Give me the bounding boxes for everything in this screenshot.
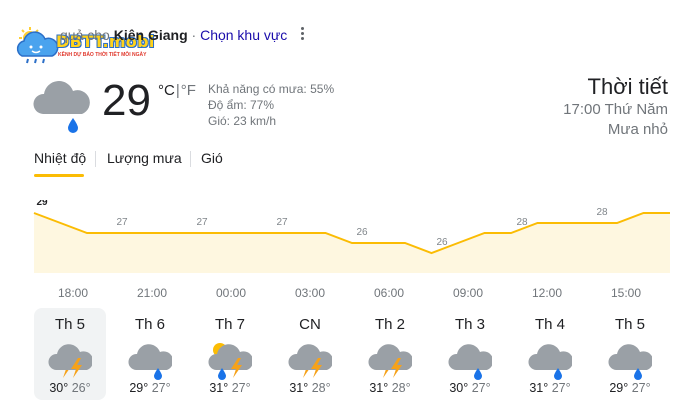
cloud-rain-icon xyxy=(608,338,654,387)
day-forecast[interactable]: Th 2 31° 28° xyxy=(354,308,426,400)
thunderstorm-icon xyxy=(48,338,94,387)
change-location-link[interactable]: Chọn khu vực xyxy=(200,27,287,43)
day-forecast[interactable]: Th 5 30° 26° xyxy=(34,308,106,400)
results-prefix: quả cho xyxy=(60,27,110,43)
cloud-rain-icon xyxy=(448,338,494,387)
tab-wind[interactable]: Gió xyxy=(201,150,223,166)
day-name: Th 5 xyxy=(54,316,85,333)
cloud-rain-icon xyxy=(128,338,174,387)
location-header: quả cho Kiên Giang · Chọn khu vực xyxy=(60,27,287,43)
day-forecast[interactable]: Th 5 29° 27° xyxy=(594,308,666,400)
current-temperature: 29 xyxy=(102,76,151,125)
day-temps: 29° 27° xyxy=(594,381,666,395)
day-temps: 30° 26° xyxy=(34,381,106,395)
day-name: Th 3 xyxy=(454,316,485,333)
time-label: 21:00 xyxy=(137,286,168,300)
tab-divider xyxy=(95,151,96,167)
wind-speed: Gió: 23 km/h xyxy=(208,114,277,128)
time-label: 12:00 xyxy=(532,286,563,300)
humidity: Độ ẩm: 77% xyxy=(208,98,275,112)
day-low: 28° xyxy=(391,381,411,395)
cloud-rain-icon xyxy=(528,338,574,387)
time-label: 18:00 xyxy=(58,286,89,300)
day-high: 31° xyxy=(289,381,309,395)
day-high: 31° xyxy=(529,381,549,395)
day-high: 31° xyxy=(209,381,229,395)
day-high: 30° xyxy=(449,381,469,395)
day-low: 27° xyxy=(231,381,251,395)
celsius-toggle[interactable]: °C xyxy=(158,82,175,99)
day-name: Th 5 xyxy=(614,316,645,333)
current-weather-icon xyxy=(33,81,90,133)
temperature-chart: 29 27 27 27 26 26 28 28 xyxy=(33,200,670,273)
chart-data-label: 27 xyxy=(196,217,208,228)
fahrenheit-toggle[interactable]: °F xyxy=(181,82,196,99)
day-high: 30° xyxy=(49,381,69,395)
summary-time: 17:00 Thứ Năm xyxy=(563,101,668,118)
logo-slogan: KÊNH DỰ BÁO THỜI TIẾT MỖI NGÀY xyxy=(58,52,147,58)
day-temps: 30° 27° xyxy=(434,381,506,395)
day-low: 27° xyxy=(551,381,571,395)
day-forecast[interactable]: Th 7 31° 27° xyxy=(194,308,266,400)
active-tab-indicator xyxy=(34,174,84,177)
day-high: 29° xyxy=(129,381,149,395)
location-name: Kiên Giang xyxy=(113,27,188,43)
sun-thunderstorm-icon xyxy=(208,338,254,387)
chart-data-label: 26 xyxy=(356,227,368,238)
chart-data-label: 28 xyxy=(596,207,608,218)
day-name: Th 7 xyxy=(214,316,245,333)
current-details: Khả năng có mưa: 55% Độ ẩm: 77% Gió: 23 … xyxy=(208,81,334,129)
day-low: 27° xyxy=(151,381,171,395)
day-name: Th 4 xyxy=(534,316,565,333)
summary-condition: Mưa nhỏ xyxy=(607,121,668,138)
day-low: 28° xyxy=(311,381,331,395)
precipitation-chance: Khả năng có mưa: 55% xyxy=(208,82,335,96)
thunderstorm-icon xyxy=(288,338,334,387)
day-temps: 31° 28° xyxy=(354,381,426,395)
day-low: 26° xyxy=(71,381,91,395)
day-name: CN xyxy=(299,316,321,333)
day-temps: 29° 27° xyxy=(114,381,186,395)
chart-data-label: 28 xyxy=(516,217,528,228)
time-label: 15:00 xyxy=(611,286,642,300)
time-label: 00:00 xyxy=(216,286,247,300)
day-name: Th 6 xyxy=(134,316,165,333)
tab-temperature[interactable]: Nhiệt độ xyxy=(34,150,86,166)
time-label: 09:00 xyxy=(453,286,484,300)
chart-data-label: 27 xyxy=(276,217,288,228)
day-temps: 31° 27° xyxy=(194,381,266,395)
chart-data-label: 29 xyxy=(36,200,48,208)
day-temps: 31° 27° xyxy=(514,381,586,395)
time-label: 03:00 xyxy=(295,286,326,300)
day-forecast[interactable]: CN 31° 28° xyxy=(274,308,346,400)
day-low: 27° xyxy=(471,381,491,395)
day-high: 29° xyxy=(609,381,629,395)
chart-data-label: 27 xyxy=(116,217,128,228)
unit-toggle: °C|°F xyxy=(158,82,196,99)
time-label: 06:00 xyxy=(374,286,405,300)
weather-summary: Thời tiết 17:00 Thứ Năm Mưa nhỏ xyxy=(563,74,668,140)
more-options-icon[interactable] xyxy=(296,25,308,43)
day-forecast[interactable]: Th 4 31° 27° xyxy=(514,308,586,400)
day-name: Th 2 xyxy=(374,316,405,333)
day-forecast[interactable]: Th 6 29° 27° xyxy=(114,308,186,400)
chart-data-label: 26 xyxy=(436,237,448,248)
day-temps: 31° 28° xyxy=(274,381,346,395)
day-forecast[interactable]: Th 3 30° 27° xyxy=(434,308,506,400)
logo-cloud-icon xyxy=(16,27,59,64)
tab-divider xyxy=(190,151,191,167)
weather-title: Thời tiết xyxy=(587,74,668,99)
day-high: 31° xyxy=(369,381,389,395)
tab-precipitation[interactable]: Lượng mưa xyxy=(107,150,182,166)
thunderstorm-icon xyxy=(368,338,414,387)
day-low: 27° xyxy=(631,381,651,395)
separator: · xyxy=(187,27,201,43)
